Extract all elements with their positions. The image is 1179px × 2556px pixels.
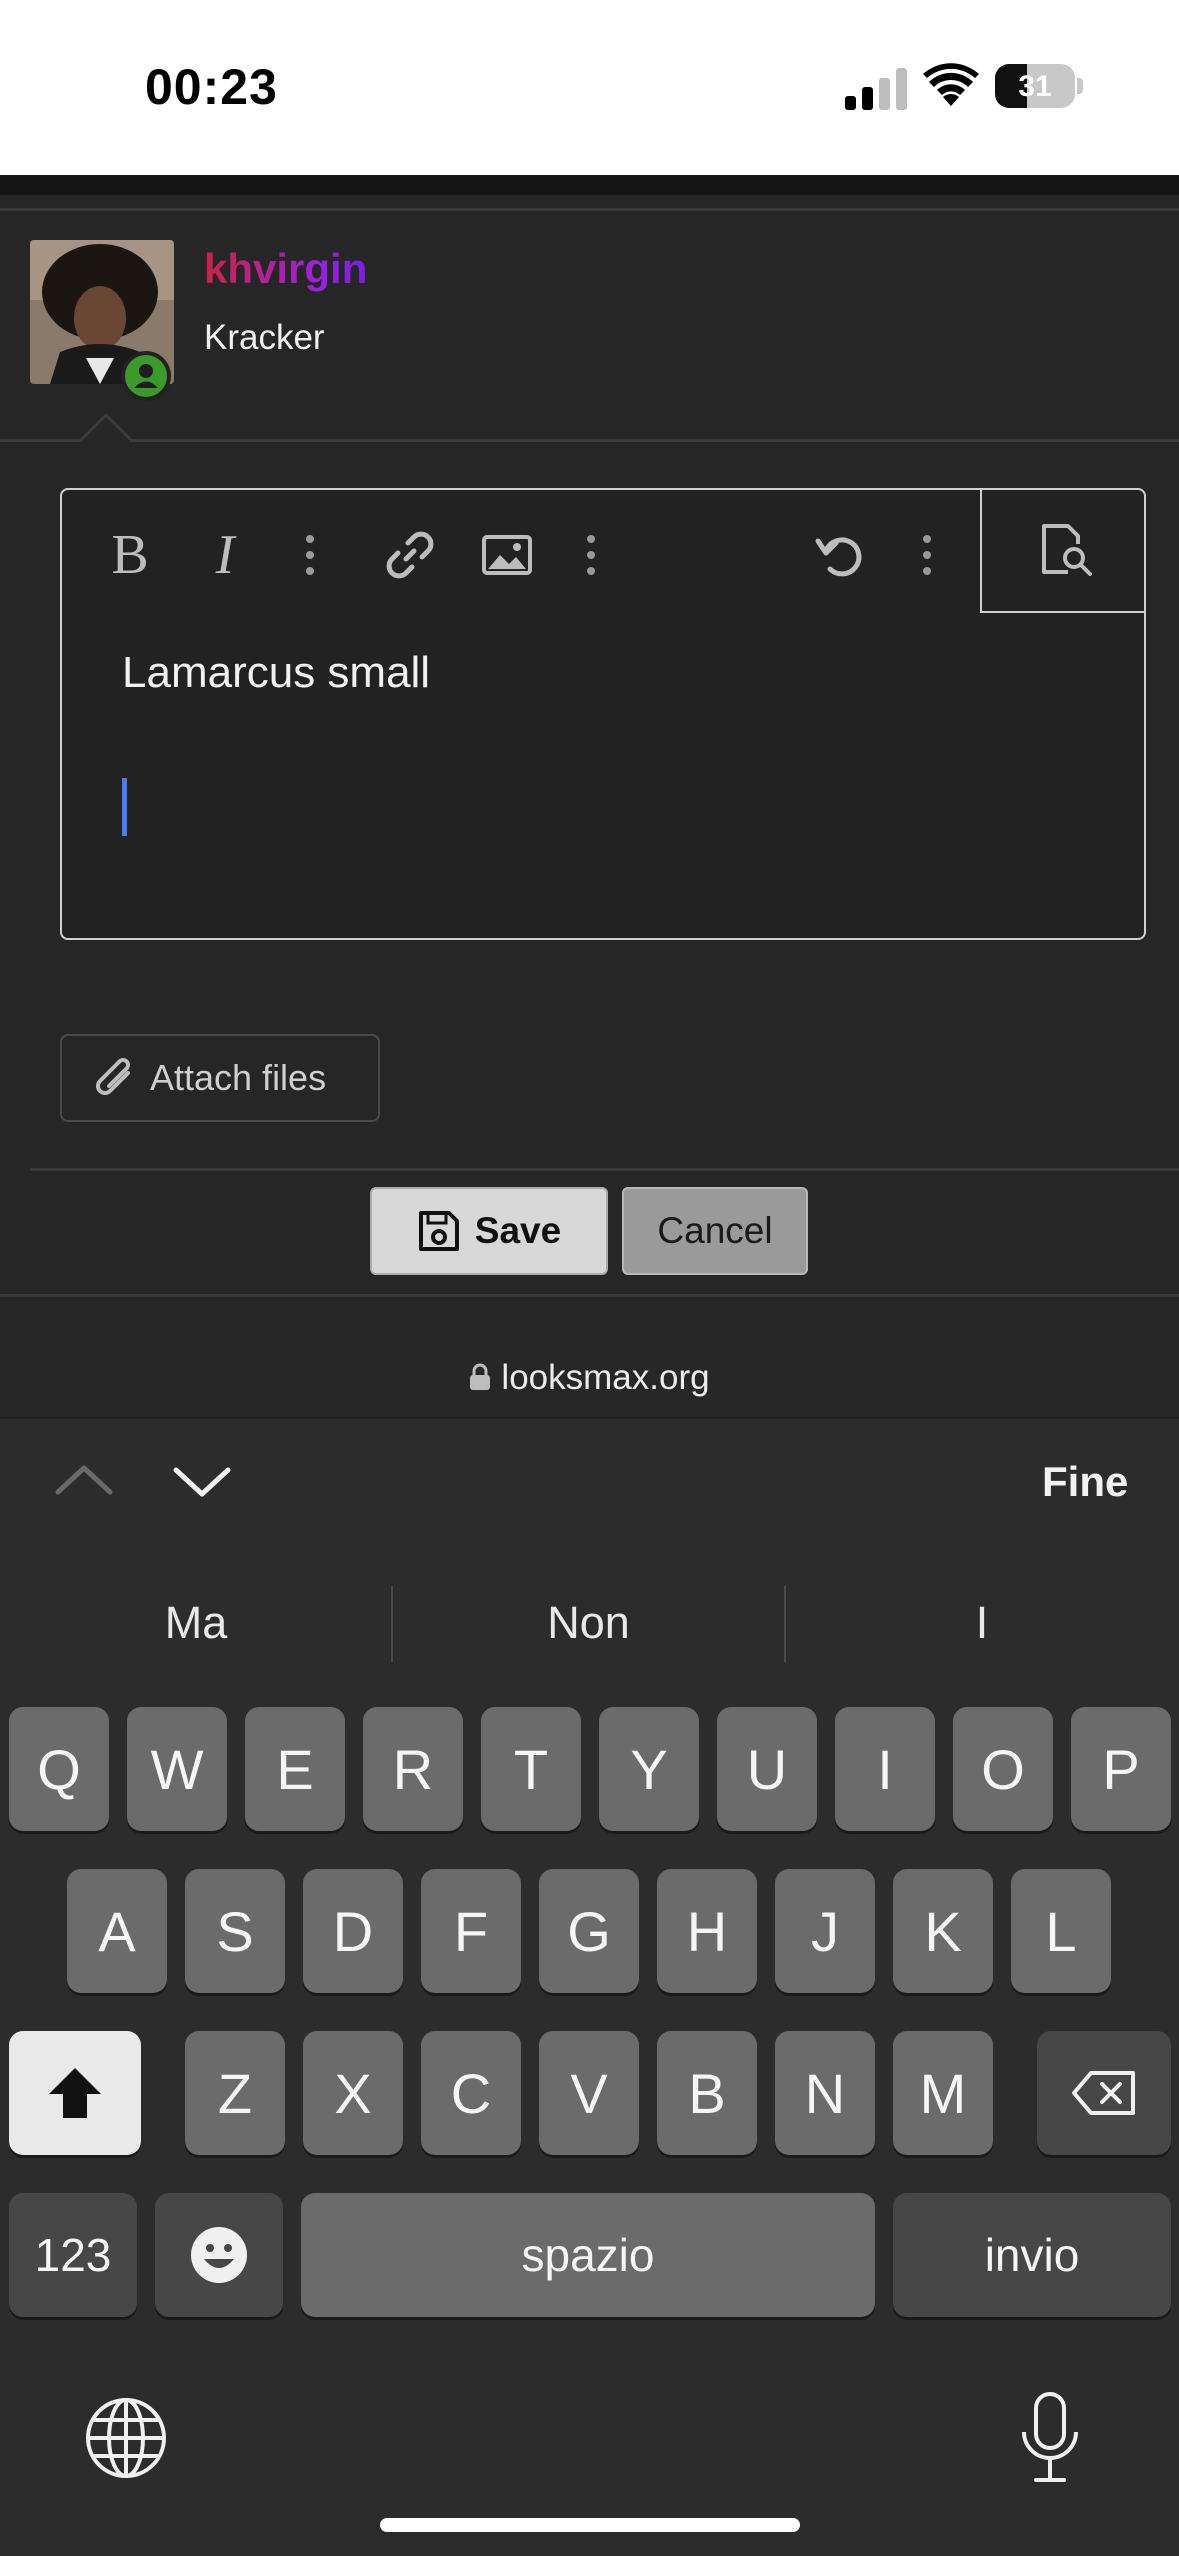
suggestion-1[interactable]: Ma (0, 1597, 392, 1649)
key-c[interactable]: C (421, 2031, 521, 2155)
cellular-signal-icon (845, 68, 907, 110)
online-status-badge (121, 351, 171, 401)
battery-cap (1077, 78, 1083, 94)
key-j[interactable]: J (775, 1869, 875, 1993)
key-e[interactable]: E (245, 1707, 345, 1831)
cancel-button[interactable]: Cancel (622, 1187, 808, 1275)
save-label: Save (474, 1210, 562, 1251)
attach-files-label: Attach files (150, 1057, 327, 1098)
key-f[interactable]: F (421, 1869, 521, 1993)
editor-content[interactable]: Lamarcus small (122, 648, 430, 698)
chevron-up-icon[interactable] (54, 1460, 114, 1496)
floppy-disk-icon (418, 1211, 459, 1251)
text-cursor (122, 778, 127, 836)
user-icon (134, 364, 158, 388)
backspace-icon (1072, 2071, 1135, 2115)
key-g[interactable]: G (539, 1869, 639, 1993)
link-button[interactable] (380, 510, 440, 600)
key-s[interactable]: S (185, 1869, 285, 1993)
undo-button[interactable] (810, 510, 870, 600)
return-key[interactable]: invio (893, 2193, 1171, 2317)
key-d[interactable]: D (303, 1869, 403, 1993)
more-vertical-icon (923, 535, 931, 575)
address-bar[interactable] (0, 1297, 1179, 1417)
key-r[interactable]: R (363, 1707, 463, 1831)
microphone-icon[interactable] (1016, 2390, 1084, 2486)
key-x[interactable]: X (303, 2031, 403, 2155)
emoji-icon (191, 2227, 247, 2283)
key-z[interactable]: Z (185, 2031, 285, 2155)
more-options-button[interactable] (902, 510, 952, 600)
user-title: Kracker (204, 318, 325, 357)
key-v[interactable]: V (539, 2031, 639, 2155)
key-k[interactable]: K (893, 1869, 993, 1993)
emoji-key[interactable] (155, 2193, 283, 2317)
divider (0, 208, 1179, 211)
lock-icon (470, 1363, 491, 1390)
image-icon (482, 535, 532, 575)
key-l[interactable]: L (1011, 1869, 1111, 1993)
suggestion-3[interactable]: I (785, 1597, 1179, 1649)
chevron-down-icon[interactable] (172, 1464, 232, 1500)
battery-level: 31 (1018, 70, 1052, 103)
key-h[interactable]: H (657, 1869, 757, 1993)
save-button[interactable]: Save (370, 1187, 608, 1275)
home-indicator (380, 2518, 800, 2532)
status-time: 00:23 (145, 59, 278, 115)
divider (0, 439, 1179, 442)
undo-icon (815, 537, 862, 577)
key-n[interactable]: N (775, 2031, 875, 2155)
bold-button[interactable]: B (95, 510, 165, 600)
numbers-key[interactable]: 123 (9, 2193, 137, 2317)
italic-button[interactable]: I (190, 510, 260, 600)
more-vertical-icon (306, 535, 314, 575)
wifi-icon (923, 63, 979, 106)
key-w[interactable]: W (127, 1707, 227, 1831)
url-text[interactable]: looksmax.org (0, 1358, 1179, 1398)
shift-key[interactable] (9, 2031, 141, 2155)
key-y[interactable]: Y (599, 1707, 699, 1831)
space-key[interactable]: spazio (301, 2193, 875, 2317)
paperclip-icon (95, 1058, 130, 1096)
key-i[interactable]: I (835, 1707, 935, 1831)
battery-icon: 31 (995, 64, 1075, 108)
key-o[interactable]: O (953, 1707, 1053, 1831)
key-q[interactable]: Q (9, 1707, 109, 1831)
link-icon (386, 531, 434, 579)
document-search-icon (1042, 524, 1092, 576)
more-vertical-icon (587, 535, 595, 575)
url-label: looksmax.org (501, 1358, 710, 1397)
done-button[interactable]: Fine (1042, 1458, 1128, 1506)
image-button[interactable] (477, 510, 537, 600)
key-t[interactable]: T (481, 1707, 581, 1831)
key-u[interactable]: U (717, 1707, 817, 1831)
page-top-bar (0, 175, 1179, 195)
more-insert-options-button[interactable] (566, 510, 616, 600)
preview-button[interactable] (980, 488, 1146, 613)
divider (30, 1168, 1179, 1171)
delete-key[interactable] (1037, 2031, 1171, 2155)
more-text-options-button[interactable] (285, 510, 335, 600)
globe-icon[interactable] (84, 2396, 168, 2480)
key-p[interactable]: P (1071, 1707, 1171, 1831)
shift-arrow-icon (49, 2068, 101, 2118)
username[interactable]: khvirgin (204, 245, 367, 293)
suggestion-2[interactable]: Non (392, 1597, 785, 1649)
key-b[interactable]: B (657, 2031, 757, 2155)
attach-files-button[interactable]: Attach files (60, 1034, 380, 1122)
key-a[interactable]: A (67, 1869, 167, 1993)
key-m[interactable]: M (893, 2031, 993, 2155)
